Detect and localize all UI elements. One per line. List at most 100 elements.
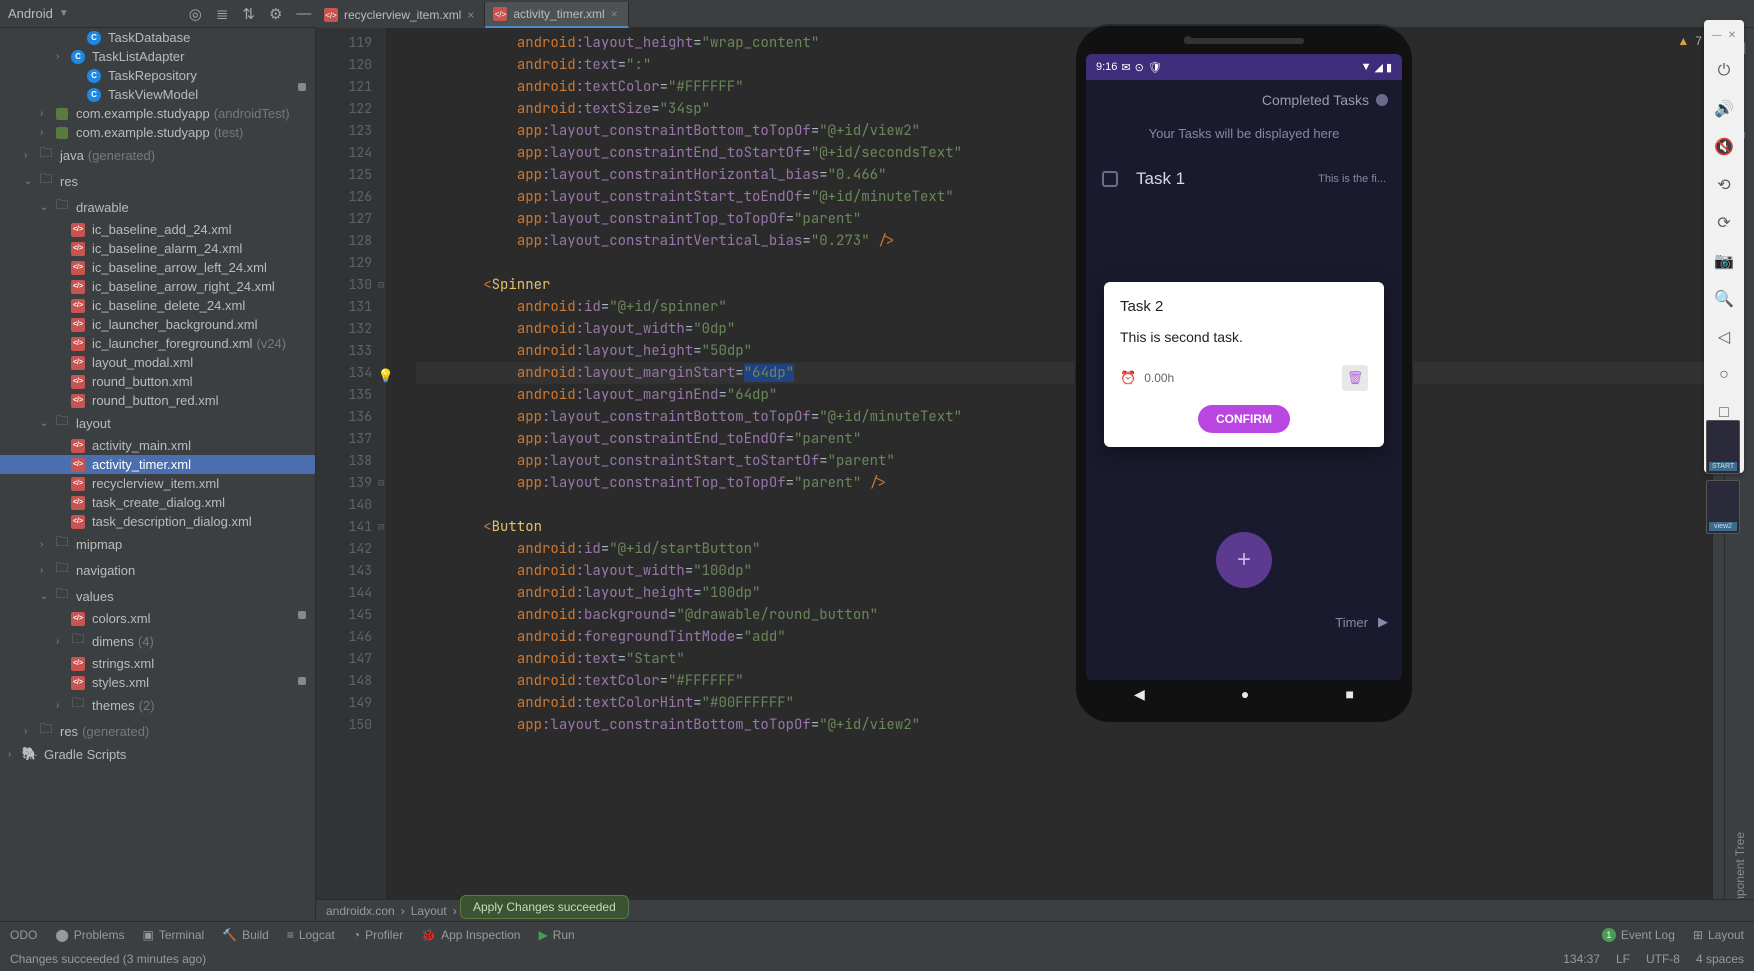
app-header: Completed Tasks [1086,80,1402,120]
sync-icon[interactable]: ◎ [189,5,202,23]
emulator: 9:16 ✉ ⊙ 🛡 ▼ ◢ ▮ Completed Tasks Your Ta… [1074,24,1434,744]
tree-item[interactable]: CTaskRepository [0,66,315,85]
app-inspection-tool[interactable]: 🐞App Inspection [421,928,520,942]
close-icon[interactable]: × [467,8,474,22]
tree-item[interactable]: </>activity_timer.xml [0,455,315,474]
status-time: 9:16 [1096,61,1117,73]
minimize-icon[interactable]: — [1712,30,1722,41]
tree-item[interactable]: </>layout_modal.xml [0,353,315,372]
minimize-icon[interactable]: — [296,5,311,22]
tree-item[interactable]: </>strings.xml [0,654,315,673]
run-tool[interactable]: ▶Run [538,928,574,942]
phone-screen[interactable]: 9:16 ✉ ⊙ 🛡 ▼ ◢ ▮ Completed Tasks Your Ta… [1086,54,1402,680]
empty-placeholder: Your Tasks will be displayed here [1086,120,1402,155]
tab-activity-timer[interactable]: </> activity_timer.xml × [485,2,628,28]
tree-item[interactable]: CTaskDatabase [0,28,315,47]
layout-preview-thumbs: START view2 [1706,420,1740,534]
volume-down-icon[interactable]: 🔇 [1712,135,1736,159]
tree-item[interactable]: ›com.example.studyapp(test) [0,123,315,142]
close-icon[interactable]: × [611,7,618,21]
tree-item[interactable]: </>ic_baseline_alarm_24.xml [0,239,315,258]
tree-item[interactable]: ›🗀dimens(4) [0,628,315,654]
checkbox[interactable] [1102,171,1118,187]
alarm-icon: ⏰ [1120,370,1136,386]
status-message: Changes succeeded (3 minutes ago) [10,952,206,966]
tree-item[interactable]: </>round_button.xml [0,372,315,391]
encoding[interactable]: UTF-8 [1646,952,1680,966]
layout-inspector-tool[interactable]: ⊞Layout [1693,928,1744,942]
tree-item[interactable]: </>ic_launcher_foreground.xml(v24) [0,334,315,353]
task-row[interactable]: Task 1 This is the fi... [1092,155,1396,203]
preview-thumb[interactable]: view2 [1706,480,1740,534]
line-ending[interactable]: LF [1616,952,1630,966]
tree-item[interactable]: </>ic_baseline_arrow_left_24.xml [0,258,315,277]
back-icon[interactable]: ◁ [1712,325,1736,349]
tree-item[interactable]: ›🗀res(generated) [0,718,315,744]
breadcrumb-seg[interactable]: androidx.con [326,904,395,918]
tree-item[interactable]: </>ic_baseline_add_24.xml [0,220,315,239]
tree-item[interactable]: ⌄🗀res [0,168,315,194]
back-icon[interactable]: ◀ [1134,686,1145,703]
tree-item[interactable]: ⌄🗀layout [0,410,315,436]
tab-recyclerview-item[interactable]: </> recyclerview_item.xml × [316,2,485,28]
apply-icon[interactable]: ⇅ [242,5,255,23]
xml-file-icon: </> [324,8,338,22]
preview-thumb[interactable]: START [1706,420,1740,474]
problems-tool[interactable]: ⬤Problems [55,928,124,942]
breadcrumb-seg[interactable]: Layout [411,904,447,918]
tree-item[interactable]: ›CTaskListAdapter [0,47,315,66]
gear-icon[interactable]: ⚙ [269,5,282,23]
tree-item[interactable]: </>round_button_red.xml [0,391,315,410]
screenshot-icon[interactable]: 📷 [1712,249,1736,273]
tree-item[interactable]: ›🗀mipmap [0,531,315,557]
tree-item[interactable]: </>styles.xml [0,673,315,692]
recents-icon[interactable]: ■ [1345,686,1353,702]
home-icon[interactable]: ● [1241,686,1249,702]
todo-tool[interactable]: ODO [10,928,37,942]
circle-icon[interactable] [1376,94,1388,106]
tree-item[interactable]: </>task_description_dialog.xml [0,512,315,531]
tree-item[interactable]: ›🗀navigation [0,557,315,583]
tree-item[interactable]: </>ic_baseline_delete_24.xml [0,296,315,315]
build-tool[interactable]: 🔨Build [222,928,269,942]
fab-add-button[interactable]: + [1216,532,1272,588]
project-tree[interactable]: CTaskDatabase›CTaskListAdapterCTaskRepos… [0,28,316,921]
confirm-button[interactable]: CONFIRM [1198,405,1290,433]
code-area[interactable]: android:layout_height="wrap_content" and… [386,28,1712,921]
camera-icon: ⊙ [1135,61,1144,74]
code-editor[interactable]: 119120121122123124125126127128129130⊟131… [316,28,1754,921]
home-icon[interactable]: ○ [1712,363,1736,387]
tree-item[interactable]: </>ic_baseline_arrow_right_24.xml [0,277,315,296]
rotate-right-icon[interactable]: ⟳ [1712,211,1736,235]
tree-item[interactable]: </>colors.xml [0,609,315,628]
tree-item[interactable]: CTaskViewModel [0,85,315,104]
wifi-icon: ▼ [1361,61,1372,73]
caret-position[interactable]: 134:37 [1563,952,1600,966]
warning-icon: ▲ [1677,34,1689,48]
timer-nav[interactable]: Timer ▶ [1335,614,1388,630]
rotate-left-icon[interactable]: ⟲ [1712,173,1736,197]
logcat-tool[interactable]: ≡Logcat [287,928,335,942]
tree-item[interactable]: ›🐘Gradle Scripts [0,744,315,764]
delete-button[interactable]: 🗑 [1342,365,1368,391]
tree-item[interactable]: </>activity_main.xml [0,436,315,455]
zoom-icon[interactable]: 🔍 [1712,287,1736,311]
tree-item[interactable]: ›com.example.studyapp(androidTest) [0,104,315,123]
mail-icon: ✉ [1121,61,1130,74]
tree-item[interactable]: ›🗀java(generated) [0,142,315,168]
tree-item[interactable]: </>ic_launcher_background.xml [0,315,315,334]
run-config-dropdown[interactable]: Android [8,6,53,21]
close-icon[interactable]: ✕ [1728,30,1736,41]
volume-up-icon[interactable]: 🔊 [1712,97,1736,121]
indent-info[interactable]: 4 spaces [1696,952,1744,966]
profiler-tool[interactable]: ◔Profiler [353,928,403,942]
terminal-tool[interactable]: ▣Terminal [142,928,204,942]
stack-icon[interactable]: ≣ [216,5,229,23]
tree-item[interactable]: ›🗀themes(2) [0,692,315,718]
tree-item[interactable]: ⌄🗀values [0,583,315,609]
event-log-tool[interactable]: 1Event Log [1602,928,1675,942]
tree-item[interactable]: ⌄🗀drawable [0,194,315,220]
tree-item[interactable]: </>task_create_dialog.xml [0,493,315,512]
power-icon[interactable]: ⏻ [1712,59,1736,83]
tree-item[interactable]: </>recyclerview_item.xml [0,474,315,493]
